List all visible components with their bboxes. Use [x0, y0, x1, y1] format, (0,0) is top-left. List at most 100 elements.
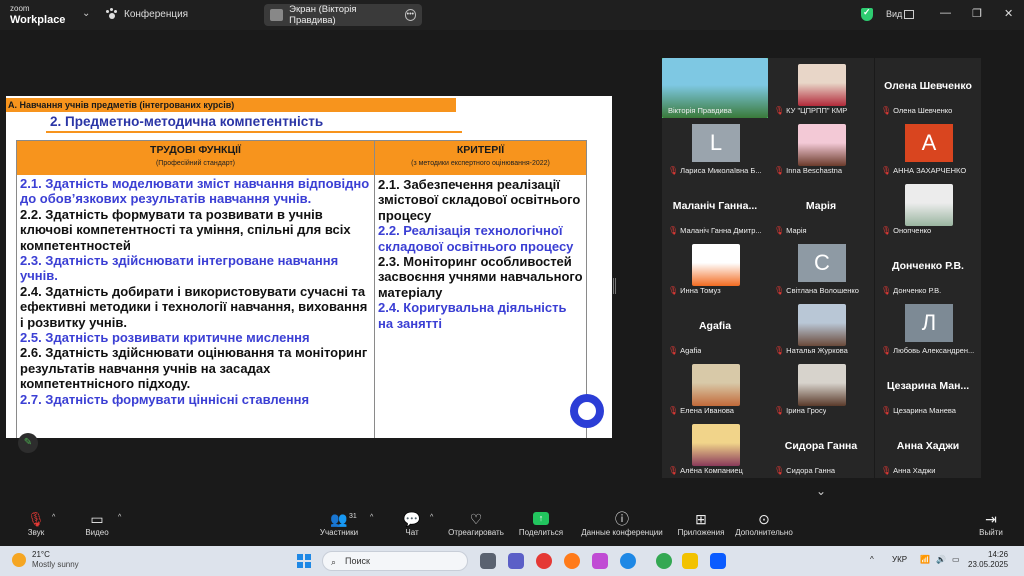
participant-tile[interactable]: Сидора Ганна 🎙 Сидора Ганна [768, 418, 874, 478]
windows-start-icon[interactable] [297, 554, 311, 568]
participant-name: Елена Иванова [680, 406, 734, 415]
participant-tile[interactable]: L 🎙 Лариса Миколаївна Б... [662, 118, 768, 178]
firefox-icon[interactable] [564, 553, 580, 569]
participant-tile[interactable]: Марія 🎙 Марія [768, 178, 874, 238]
participant-tile[interactable]: 🎙 Inna Beschastna [768, 118, 874, 178]
participant-name: Наталья Журкова [786, 346, 848, 355]
function-item: 2.3. Здатність здійснювати інтегроване н… [20, 253, 339, 284]
video-label: Видео [85, 528, 109, 537]
participant-tile[interactable]: Цезарина Ман... 🎙 Цезарина Манева [875, 358, 981, 418]
participant-tile[interactable]: 🎙 Ірина Гросу [768, 358, 874, 418]
screen-share-indicator[interactable]: Экран (Вікторія Правдива) ••• [264, 4, 422, 26]
apps-button[interactable]: ⊞ Приложения [674, 510, 728, 537]
participant-tile[interactable]: Agafia 🎙 Agafia [662, 298, 768, 358]
participant-tile[interactable]: C 🎙 Світлана Волошенко [768, 238, 874, 298]
task-view-icon[interactable] [480, 553, 496, 569]
audio-button[interactable]: 🎙 Звук [22, 510, 50, 537]
header-criteria-sub: (з методики експертного оцінювання-2022) [411, 160, 550, 167]
video-feed [905, 184, 953, 226]
criterion-item: 2.1. Забезпечення реалізації змістової с… [378, 177, 581, 223]
minimize-icon[interactable]: — [940, 7, 951, 19]
weather-text: Mostly sunny [32, 560, 79, 569]
chat-options-caret[interactable]: ^ [430, 514, 433, 521]
view-grid-icon[interactable] [904, 10, 914, 19]
participant-tile[interactable]: 🎙 Онопченко [875, 178, 981, 238]
clock[interactable]: 14:26 23.05.2025 [968, 550, 1008, 570]
participant-tile[interactable]: Л 🎙 Любовь Александрен... [875, 298, 981, 358]
participant-tile[interactable]: Маланіч Ганна... 🎙 Маланіч Ганна Дмитр... [662, 178, 768, 238]
tray-chevron-icon[interactable]: ^ [870, 555, 874, 564]
file-explorer-icon[interactable] [682, 553, 698, 569]
restore-icon[interactable]: ❐ [972, 7, 982, 20]
weather-widget[interactable]: 21°C Mostly sunny [12, 550, 79, 570]
more-options-icon[interactable]: ••• [404, 9, 416, 21]
react-button[interactable]: ♡ Отреагировать [446, 510, 506, 537]
mic-muted-icon: 🎙 [881, 466, 892, 475]
chat-button[interactable]: 💬 Чат [400, 510, 424, 537]
participant-tile[interactable]: Анна Хаджи 🎙 Анна Хаджи [875, 418, 981, 478]
gallery-scroll-down-icon[interactable]: ⌄ [816, 484, 826, 498]
meeting-info-button[interactable]: ⓘ Данные конференции [578, 510, 666, 537]
search-icon: ⌕ [331, 557, 337, 567]
mic-muted-icon: 🎙 [774, 286, 785, 295]
meeting-menu[interactable]: Конференция [106, 8, 188, 20]
audio-options-caret[interactable]: ^ [52, 514, 55, 521]
zoom-logo: zoom Workplace [10, 4, 65, 26]
chat-label: Чат [405, 528, 419, 537]
more-icon: ⊙ [758, 511, 770, 527]
participant-name-tag: 🎙 Инна Томуз [668, 286, 721, 295]
split-handle[interactable] [613, 278, 616, 294]
participant-tile[interactable]: 🎙 Елена Иванова [662, 358, 768, 418]
mic-muted-icon: 🎙 [774, 166, 785, 175]
chevron-down-icon[interactable]: ⌄ [82, 8, 90, 19]
video-feed [692, 364, 740, 406]
video-button[interactable]: ▭ Видео [80, 510, 114, 537]
chrome-icon[interactable] [656, 553, 672, 569]
participant-tile[interactable]: 🎙 Алёна Компаниец [662, 418, 768, 478]
opera-icon[interactable] [536, 553, 552, 569]
teams-icon[interactable] [508, 553, 524, 569]
participant-tile[interactable]: A 🎙 АННА ЗАХАРЧЕНКО [875, 118, 981, 178]
participant-name: Инна Томуз [680, 286, 721, 295]
mic-muted-icon: 🎙 [668, 406, 679, 415]
header-criteria-title: КРИТЕРІЇ [456, 144, 505, 156]
functions-column: 2.1. Здатність моделювати зміст навчання… [17, 175, 375, 438]
more-button[interactable]: ⊙ Дополнительно [732, 510, 796, 537]
participant-display-name: Сидора Ганна [784, 440, 858, 452]
participant-name: Анна Хаджи [893, 466, 936, 475]
participant-tile[interactable]: 🎙 КУ "ЦПРПП" КМР [768, 58, 874, 118]
participant-tile[interactable]: Олена Шевченко 🎙 Олена Шевченко [875, 58, 981, 118]
mic-muted-icon: 🎙 [774, 226, 785, 235]
copilot-icon[interactable] [592, 553, 608, 569]
mic-muted-icon: 🎙 [881, 346, 892, 355]
view-label[interactable]: Вид [886, 9, 902, 19]
participant-display-name: Донченко Р.В. [892, 260, 964, 272]
heart-icon: ♡ [469, 511, 483, 527]
participant-tile[interactable]: 🎙 Наталья Журкова [768, 298, 874, 358]
language-indicator[interactable]: УКР [892, 555, 907, 564]
share-button[interactable]: ↑ Поделиться [516, 510, 566, 537]
leave-button[interactable]: ⇥ Выйти [976, 510, 1006, 537]
video-options-caret[interactable]: ^ [118, 514, 121, 521]
annotate-pen-icon[interactable]: ✎ [18, 433, 38, 453]
battery-icon[interactable]: ▭ [952, 555, 960, 564]
participant-name-tag: 🎙 Ірина Гросу [774, 406, 826, 415]
zoom-taskbar-icon[interactable] [710, 553, 726, 569]
participant-display-name: Agafia [698, 320, 732, 332]
video-feed [798, 124, 846, 166]
close-icon[interactable]: ✕ [1004, 7, 1013, 20]
mic-muted-icon: 🎙 [881, 106, 892, 115]
avatar: Л [905, 304, 953, 342]
wifi-icon[interactable]: 📶 [920, 555, 930, 564]
participant-tile[interactable]: 🎙 Инна Томуз [662, 238, 768, 298]
participant-tile[interactable]: Донченко Р.В. 🎙 Донченко Р.В. [875, 238, 981, 298]
edge-icon[interactable] [620, 553, 636, 569]
criteria-column: 2.1. Забезпечення реалізації змістової с… [375, 175, 586, 438]
participant-name: Цезарина Манева [893, 406, 956, 415]
participants-options-caret[interactable]: ^ [370, 514, 373, 521]
participant-tile[interactable]: Вікторія Правдива [662, 58, 768, 118]
share-label: Поделиться [518, 528, 564, 537]
taskbar-search[interactable]: ⌕ Поиск [322, 551, 468, 571]
security-shield-icon[interactable] [861, 7, 873, 21]
volume-icon[interactable]: 🔊 [936, 555, 946, 564]
